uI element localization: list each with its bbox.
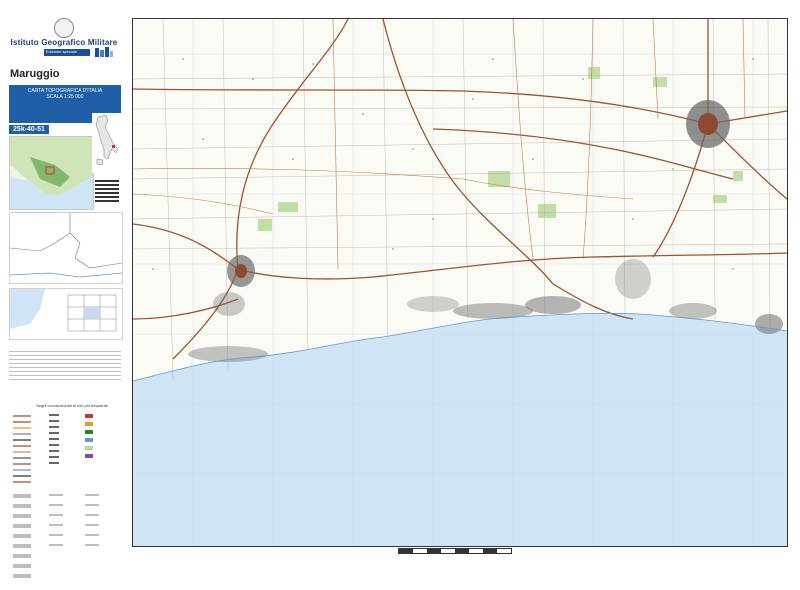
topographic-map[interactable] [132,18,788,547]
legend-title: Segni convenzionali di uso più frequente [36,403,108,408]
sidebar: Istituto Geografico Militare Edizione sp… [6,18,123,578]
location-map [9,136,94,210]
legend [9,410,121,585]
overview-diagram [9,212,123,284]
adjacent-sheets-grid [9,288,123,340]
qr-code-icon [95,178,119,202]
scale-bar [398,548,512,554]
map-sheet: Istituto Geografico Militare Edizione sp… [0,0,800,581]
edition-label: Edizione speciale [46,49,78,54]
sheet-notes [9,348,121,394]
emblem-icon [54,18,74,38]
italy-map-icon [92,113,121,173]
title-line-2: SCALA 1:25 000 [46,94,84,100]
sheet-code: 25k-40-51 [9,125,49,134]
edition-logo-icon [94,46,114,59]
sheet-name: Maruggio [10,68,60,80]
